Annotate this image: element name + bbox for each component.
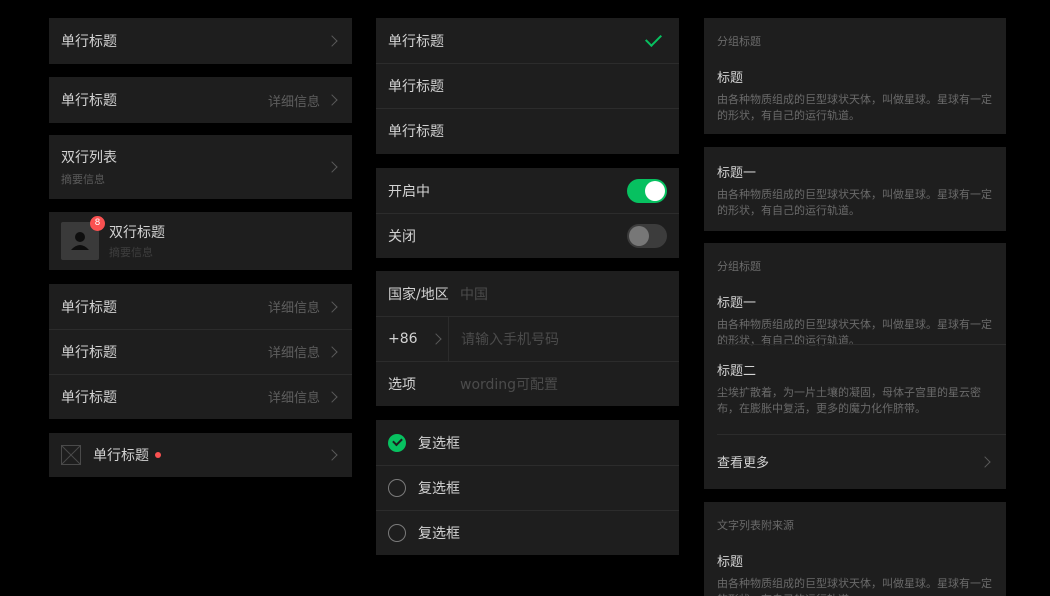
list-cell-double[interactable]: 双行列表 摘要信息 <box>49 135 352 199</box>
country-code-selector[interactable]: +86 <box>388 331 448 347</box>
cell-title: 双行标题 <box>109 225 165 241</box>
chevron-right-icon <box>979 455 991 468</box>
country-code: +86 <box>388 330 418 347</box>
phone-input[interactable]: 请输入手机号码 <box>461 329 559 349</box>
switch-row: 开启中 <box>376 168 679 213</box>
text-card: 分组标题 标题 由各种物质组成的巨型球状天体，叫做星球。星球有一定的形状，有自己… <box>704 18 1006 134</box>
checkbox-row[interactable]: 复选框 <box>376 420 679 465</box>
checkbox-row[interactable]: 复选框 <box>376 465 679 510</box>
cell-detail: 详细信息 <box>267 301 320 316</box>
card-title: 标题一 <box>717 166 757 181</box>
switch-group: 开启中 关闭 <box>376 168 679 258</box>
option-label: 选项 <box>388 376 416 393</box>
select-item-label: 单行标题 <box>388 124 444 140</box>
chevron-right-icon <box>326 300 338 313</box>
card-desc: 尘埃扩散着，为一片土壤的凝固，母体子宫里的星云密布，在膨胀中复活，更多的魔力化作… <box>717 386 981 415</box>
red-dot <box>155 452 161 458</box>
select-item[interactable]: 单行标题 <box>376 108 679 154</box>
cell-subtitle: 摘要信息 <box>109 246 153 259</box>
chevron-right-icon <box>326 390 338 403</box>
cell-subtitle: 摘要信息 <box>61 173 105 186</box>
select-item-label: 单行标题 <box>388 78 444 95</box>
card-title: 标题 <box>717 71 744 86</box>
cell-title: 单行标题 <box>61 93 117 109</box>
card-desc: 由各种物质组成的巨型球状天体，叫做星球。星球有一定的形状，有自己的运行轨道。 <box>717 93 992 122</box>
card-title: 标题 <box>717 555 744 570</box>
view-more-label: 查看更多 <box>717 456 770 471</box>
card-title: 标题二 <box>717 364 757 379</box>
checkbox-empty-icon[interactable] <box>388 523 406 542</box>
image-placeholder-icon <box>61 445 81 465</box>
switch-label: 开启中 <box>388 183 430 200</box>
select-item[interactable]: 单行标题 <box>376 18 679 63</box>
list-cell-icon[interactable]: 单行标题 <box>49 433 352 477</box>
chevron-right-icon <box>326 161 338 173</box>
chevron-right-icon <box>326 345 338 358</box>
select-item[interactable]: 单行标题 <box>376 63 679 108</box>
list-cell-detail[interactable]: 单行标题 详细信息 <box>49 77 352 123</box>
group-title: 分组标题 <box>717 260 761 273</box>
switch-label: 关闭 <box>388 228 416 245</box>
list-cell-avatar[interactable]: 8 双行标题 摘要信息 <box>49 212 352 270</box>
card-title: 标题一 <box>717 296 757 311</box>
form-row-option: 选项 wording可配置 <box>376 361 679 406</box>
view-more-link[interactable]: 查看更多 <box>704 434 1006 489</box>
card-desc: 由各种物质组成的巨型球状天体，叫做星球。星球有一定的形状，有自己的运行轨道。 <box>717 188 992 217</box>
cell-title: 单行标题 <box>61 344 117 361</box>
group-title: 分组标题 <box>717 35 761 48</box>
cell-title: 单行标题 <box>61 389 117 406</box>
list-cell-single[interactable]: 单行标题 <box>49 18 352 64</box>
card-desc: 由各种物质组成的巨型球状天体，叫做星球。星球有一定的形状，有自己的运行轨道。 <box>717 577 992 596</box>
unread-badge: 8 <box>90 216 105 231</box>
text-card: 标题一 由各种物质组成的巨型球状天体，叫做星球。星球有一定的形状，有自己的运行轨… <box>704 147 1006 231</box>
chevron-right-icon <box>326 449 338 461</box>
divider <box>448 316 449 361</box>
list-group: 单行标题 详细信息 单行标题 详细信息 单行标题 详细信息 <box>49 284 352 419</box>
chevron-right-icon <box>326 35 338 47</box>
toggle-switch-on[interactable] <box>627 178 667 203</box>
checkbox-label: 复选框 <box>418 435 460 452</box>
checkbox-group: 复选框 复选框 复选框 <box>376 420 679 555</box>
avatar: 8 <box>61 216 105 260</box>
list-item[interactable]: 单行标题 详细信息 <box>49 374 352 419</box>
text-card-group: 分组标题 标题一 由各种物质组成的巨型球状天体，叫做星球。星球有一定的形状，有自… <box>704 243 1006 489</box>
chevron-right-icon <box>430 332 442 345</box>
cell-title: 单行标题 <box>61 34 117 50</box>
checkbox-row[interactable]: 复选框 <box>376 510 679 555</box>
checkbox-checked-icon[interactable] <box>388 433 406 452</box>
cell-detail: 详细信息 <box>267 391 320 406</box>
list-item[interactable]: 单行标题 详细信息 <box>49 284 352 329</box>
chevron-right-icon <box>326 94 338 106</box>
region-label: 国家/地区 <box>388 286 449 303</box>
cell-title: 双行列表 <box>61 150 117 166</box>
cell-title: 单行标题 <box>61 299 117 316</box>
checkbox-empty-icon[interactable] <box>388 478 406 497</box>
cell-detail: 详细信息 <box>267 346 320 361</box>
form-group: 国家/地区 中国 +86 请输入手机号码 选项 wording可配置 <box>376 271 679 406</box>
region-value: 中国 <box>460 286 488 303</box>
form-row-phone: +86 请输入手机号码 <box>376 316 679 361</box>
switch-row: 关闭 <box>376 213 679 258</box>
checkbox-label: 复选框 <box>418 525 460 542</box>
list-item[interactable]: 单行标题 详细信息 <box>49 329 352 374</box>
select-item-label: 单行标题 <box>388 33 444 50</box>
form-row-region[interactable]: 国家/地区 中国 <box>376 271 679 316</box>
single-select-list: 单行标题 单行标题 单行标题 <box>376 18 679 154</box>
option-input[interactable]: wording可配置 <box>460 374 558 394</box>
cell-detail: 详细信息 <box>267 94 320 110</box>
text-card-source: 文字列表附来源 标题 由各种物质组成的巨型球状天体，叫做星球。星球有一定的形状，… <box>704 502 1006 596</box>
checkbox-label: 复选框 <box>418 480 460 497</box>
group-title: 文字列表附来源 <box>717 519 794 532</box>
checkmark-icon <box>645 30 662 47</box>
cell-title: 单行标题 <box>93 448 149 464</box>
toggle-switch-off[interactable] <box>627 223 667 248</box>
